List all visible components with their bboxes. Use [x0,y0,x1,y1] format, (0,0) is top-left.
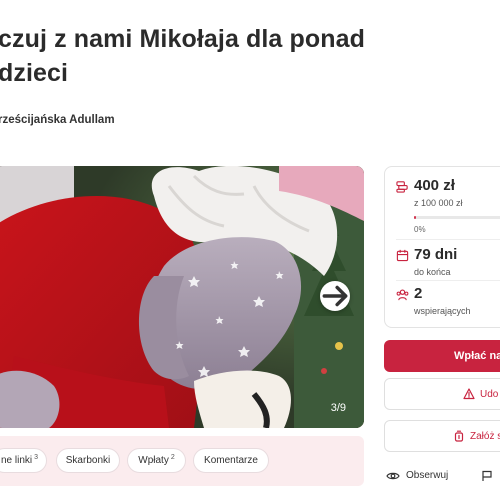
share-icon [463,388,475,400]
tab-label: Skarbonki [65,455,111,466]
photo-gallery[interactable]: 3/9 [0,166,364,428]
tab-comments[interactable]: Komentarze [193,448,269,473]
goal-amount: z 100 000 zł [414,198,463,208]
progress-fill [414,216,416,219]
create-piggybank-button[interactable]: Załóż s [384,420,500,452]
arrow-right-icon [322,285,348,307]
raised-amount: 400 zł [414,177,455,194]
tab-label: Wpłaty [138,455,169,466]
tab-label: Komentarze [204,455,258,466]
fundraiser-stats-card: 400 zł z 100 000 zł 0% 79 dni do końca 2 [384,166,500,328]
piggybank-icon [454,430,464,442]
share-button[interactable]: Udo [384,378,500,410]
page-title: czuj z nami Mikołaja dla ponad dzieci [0,25,365,87]
calendar-icon [396,249,409,262]
progress-bar [414,216,500,219]
report-button[interactable] [481,470,499,482]
divider [396,280,500,281]
flag-icon [482,470,492,481]
tab-donations[interactable]: Wpłaty 2 [127,448,186,473]
organizer-name[interactable]: rześcijańska Adullam [0,114,115,126]
supporters-count: 2 [414,285,423,302]
tab-links[interactable]: ne linki 3 [0,448,47,473]
divider [396,239,500,240]
days-left-label: do końca [414,267,451,277]
days-left: 79 dni [414,246,458,263]
tab-count: 3 [34,454,39,461]
tab-label: ne linki [0,455,33,466]
gallery-counter: 3/9 [330,402,346,414]
tab-count: 2 [170,454,175,461]
tab-piggybanks[interactable]: Skarbonki [56,448,120,473]
supporters-icon [396,289,409,301]
progress-percent: 0% [414,225,426,234]
supporters-label: wspierających [414,306,471,316]
follow-label: Obserwuj [406,470,449,481]
share-label: Udo [480,388,499,400]
follow-button[interactable]: Obserwuj [386,470,448,481]
eye-icon [386,472,400,479]
campaign-tabs: ne linki 3 Skarbonki Wpłaty 2 Komentarze [0,436,364,486]
coins-icon [396,181,408,193]
gallery-photo [0,166,364,428]
piggybank-label: Załóż s [470,430,500,442]
fundraiser-page: czuj z nami Mikołaja dla ponad dzieci rz… [0,0,500,500]
donate-button[interactable]: Wpłać na [384,340,500,372]
gallery-next-button[interactable] [320,281,350,311]
